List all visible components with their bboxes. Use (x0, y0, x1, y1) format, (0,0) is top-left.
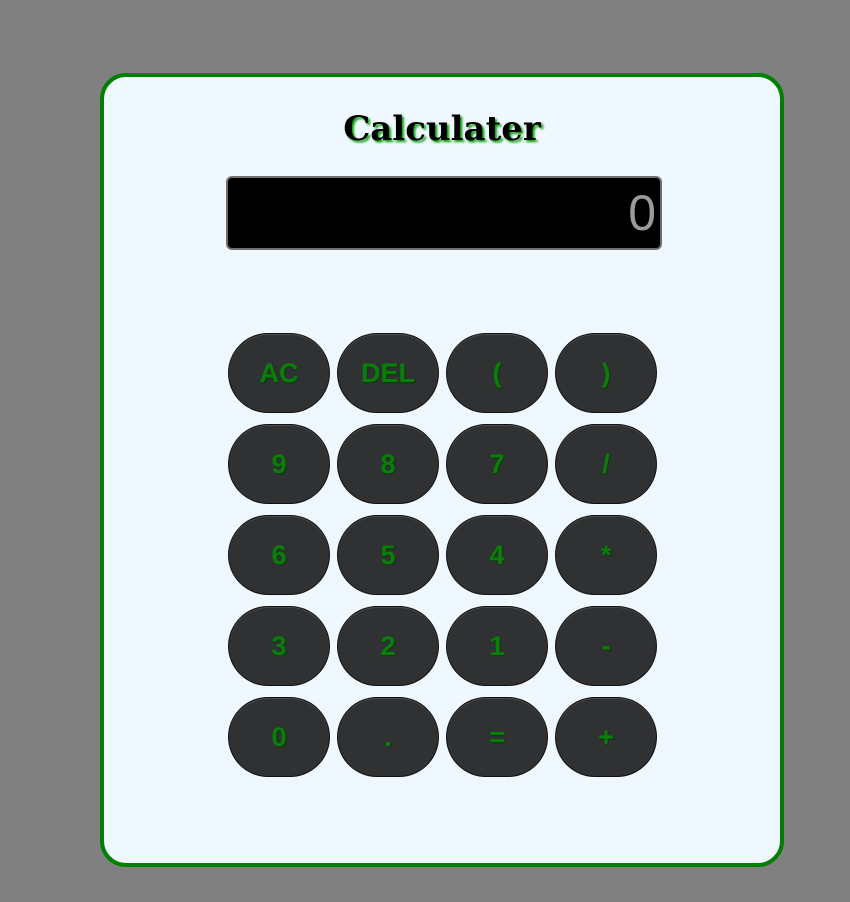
key-divide-button[interactable]: / (555, 424, 657, 504)
key-6-button[interactable]: 6 (228, 515, 330, 595)
key-add-button[interactable]: + (555, 697, 657, 777)
key-8-button[interactable]: 8 (337, 424, 439, 504)
key-3-button[interactable]: 3 (228, 606, 330, 686)
key-4-button[interactable]: 4 (446, 515, 548, 595)
calculator-panel: Calculater 0 AC DEL ( ) 9 8 7 / 6 5 4 * … (100, 73, 784, 867)
key-1-button[interactable]: 1 (446, 606, 548, 686)
key-ac-button[interactable]: AC (228, 333, 330, 413)
keypad: AC DEL ( ) 9 8 7 / 6 5 4 * 3 2 1 - 0 . =… (228, 333, 664, 777)
key-close-paren-button[interactable]: ) (555, 333, 657, 413)
key-subtract-button[interactable]: - (555, 606, 657, 686)
key-multiply-button[interactable]: * (555, 515, 657, 595)
calculator-display: 0 (226, 176, 662, 250)
key-0-button[interactable]: 0 (228, 697, 330, 777)
key-open-paren-button[interactable]: ( (446, 333, 548, 413)
key-decimal-button[interactable]: . (337, 697, 439, 777)
key-2-button[interactable]: 2 (337, 606, 439, 686)
calculator-title: Calculater (343, 109, 541, 149)
key-7-button[interactable]: 7 (446, 424, 548, 504)
key-del-button[interactable]: DEL (337, 333, 439, 413)
key-equals-button[interactable]: = (446, 697, 548, 777)
key-5-button[interactable]: 5 (337, 515, 439, 595)
key-9-button[interactable]: 9 (228, 424, 330, 504)
